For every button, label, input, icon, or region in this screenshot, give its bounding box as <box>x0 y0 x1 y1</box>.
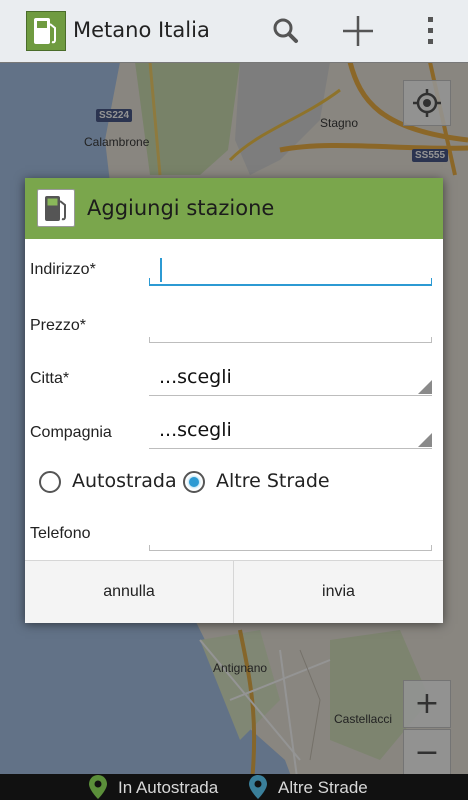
legend-item-altre-strade: Altre Strade <box>248 774 388 800</box>
radio-checked-icon <box>183 471 205 493</box>
radio-autostrada[interactable]: Autostrada <box>39 469 179 497</box>
compagnia-label: Compagnia <box>30 424 112 441</box>
app-logo-icon[interactable] <box>26 11 66 51</box>
radio-altre-strade[interactable]: Altre Strade <box>183 469 343 497</box>
citta-label: Citta* <box>30 370 70 387</box>
map-pin-icon <box>249 775 267 799</box>
dropdown-arrow-icon <box>418 433 432 447</box>
legend-item-in-autostrada: In Autostrada <box>88 774 238 800</box>
overflow-menu-icon[interactable] <box>418 14 442 48</box>
map-pin-icon <box>89 775 107 799</box>
compagnia-selected-value: ...scegli <box>159 419 232 441</box>
telefono-label: Telefono <box>30 525 91 542</box>
prezzo-label: Prezzo* <box>30 317 87 334</box>
dropdown-arrow-icon <box>418 380 432 394</box>
compagnia-select[interactable]: ...scegli <box>149 415 432 449</box>
citta-select[interactable]: ...scegli <box>149 362 432 396</box>
legend-label-in-autostrada: In Autostrada <box>118 778 219 797</box>
radio-selected-dot <box>189 477 199 487</box>
submit-button[interactable]: invia <box>234 561 443 623</box>
indirizzo-input[interactable] <box>149 256 432 286</box>
dialog-button-bar: annulla invia <box>25 560 443 623</box>
app-title: Metano Italia <box>73 18 210 42</box>
search-icon[interactable] <box>266 14 306 48</box>
map-legend: In Autostrada Altre Strade <box>0 774 468 800</box>
radio-autostrada-label: Autostrada <box>72 470 177 492</box>
fuel-pump-icon <box>37 189 75 227</box>
dialog-header: Aggiungi stazione <box>25 178 443 239</box>
add-station-dialog: Aggiungi stazione Indirizzo* Prezzo* Cit… <box>25 178 443 623</box>
action-bar: Metano Italia <box>0 0 468 63</box>
radio-altre-strade-label: Altre Strade <box>216 470 330 492</box>
citta-selected-value: ...scegli <box>159 366 232 388</box>
cancel-button[interactable]: annulla <box>25 561 233 623</box>
telefono-input[interactable] <box>149 521 432 551</box>
dialog-title: Aggiungi stazione <box>87 196 275 220</box>
add-icon[interactable] <box>338 12 378 50</box>
text-caret <box>160 258 162 282</box>
prezzo-input[interactable] <box>149 313 432 343</box>
legend-label-altre-strade: Altre Strade <box>278 778 368 797</box>
radio-unchecked-icon <box>39 471 61 493</box>
indirizzo-label: Indirizzo* <box>30 261 96 278</box>
